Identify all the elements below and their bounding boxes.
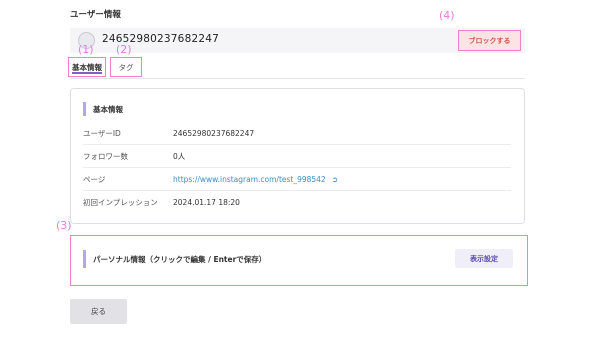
info-value: 24652980237682247: [173, 128, 255, 138]
info-row-followers: フォロワー数 0人: [83, 145, 511, 168]
annotation-2: (2): [116, 43, 132, 56]
tab-tags[interactable]: タグ: [110, 57, 142, 77]
personal-info-title: パーソナル情報（クリックで編集 / Enterで保存）: [83, 250, 266, 268]
info-value: 2024.01.17 18:20: [173, 198, 240, 207]
basic-info-card: 基本情報 ユーザーID 24652980237682247 フォロワー数 0人 …: [70, 88, 525, 224]
info-label: ページ: [83, 174, 106, 184]
annotation-4: (4): [439, 9, 455, 22]
info-row-user-id: ユーザーID 24652980237682247: [83, 122, 511, 145]
annotation-3: (3): [56, 219, 72, 232]
display-settings-button[interactable]: 表示設定: [455, 249, 513, 268]
section-heading: ユーザー情報: [70, 10, 121, 20]
annotation-1: (1): [78, 43, 94, 56]
page-link[interactable]: https://www.instagram.com/test_998542: [173, 175, 326, 184]
user-header-bar: 24652980237682247 ブロックする: [70, 28, 525, 53]
tab-divider: [70, 78, 525, 79]
info-label: 初回インプレッション: [83, 198, 158, 207]
info-value: 0人: [173, 151, 186, 161]
info-label: フォロワー数: [83, 151, 128, 161]
external-link-icon[interactable]: ➲: [332, 175, 338, 184]
back-button[interactable]: 戻る: [70, 299, 127, 324]
basic-info-title: 基本情報: [83, 102, 123, 116]
tab-basic-info[interactable]: 基本情報: [68, 57, 106, 77]
info-row-first-impression: 初回インプレッション 2024.01.17 18:20: [83, 191, 511, 214]
personal-info-section[interactable]: パーソナル情報（クリックで編集 / Enterで保存） 表示設定: [70, 235, 528, 286]
info-label: ユーザーID: [83, 128, 121, 138]
block-button[interactable]: ブロックする: [458, 30, 521, 51]
info-row-page: ページ https://www.instagram.com/test_99854…: [83, 168, 511, 191]
